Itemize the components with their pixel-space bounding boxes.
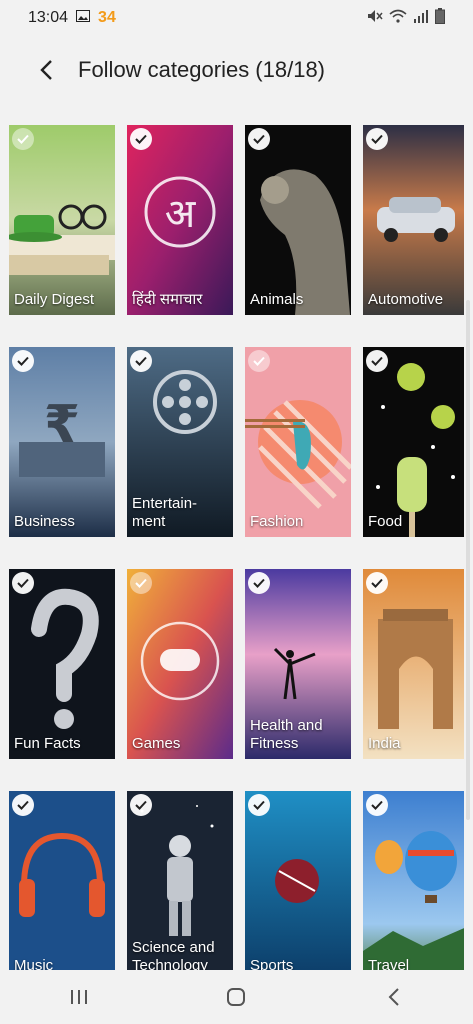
category-tile-automotive[interactable]: Automotive	[363, 125, 464, 315]
category-label: Sports	[250, 957, 294, 970]
wifi-icon	[389, 9, 407, 28]
category-label: Games	[132, 735, 181, 752]
scrollbar[interactable]	[466, 300, 470, 820]
category-tile-animals[interactable]: Animals	[245, 125, 351, 315]
checkmark-icon	[130, 572, 152, 594]
system-nav-bar	[0, 970, 473, 1024]
tile-image	[9, 569, 115, 759]
category-tile-travel[interactable]: Travel	[363, 791, 464, 970]
tile-image	[363, 347, 464, 537]
checkmark-icon	[12, 572, 34, 594]
checkmark-icon	[366, 350, 388, 372]
signal-icon	[413, 9, 429, 28]
category-tile-entertainment[interactable]: Entertain- ment	[127, 347, 233, 537]
category-label: Daily Digest	[14, 291, 95, 308]
tile-image: अ	[127, 125, 233, 315]
category-label: Entertain- ment	[132, 495, 198, 530]
checkmark-icon	[366, 794, 388, 816]
page-title: Follow categories (18/18)	[78, 57, 326, 82]
category-tile-india[interactable]: India	[363, 569, 464, 759]
category-tile-music[interactable]: Music	[9, 791, 115, 970]
tile-image	[9, 125, 115, 315]
status-time: 13:04	[28, 9, 69, 26]
checkmark-icon	[366, 128, 388, 150]
image-icon	[76, 9, 91, 27]
category-grid: Daily Digest अ हिंदी समाचार Animals Auto…	[9, 125, 464, 970]
category-tile-fun-facts[interactable]: Fun Facts	[9, 569, 115, 759]
tile-image	[245, 125, 351, 315]
category-tile-daily-digest[interactable]: Daily Digest	[9, 125, 115, 315]
category-label: Music	[14, 957, 54, 970]
checkmark-icon	[130, 128, 152, 150]
checkmark-icon	[12, 794, 34, 816]
back-icon	[388, 988, 399, 1006]
category-tile-health-fitness[interactable]: Health and Fitness	[245, 569, 351, 759]
tile-image	[363, 125, 464, 315]
category-label: Science and Technology	[132, 939, 215, 970]
tile-image	[245, 347, 351, 537]
category-label: Automotive	[368, 291, 444, 308]
category-tile-fashion[interactable]: Fashion	[245, 347, 351, 537]
category-tile-sports[interactable]: Sports	[245, 791, 351, 970]
tile-image	[9, 791, 115, 970]
checkmark-icon	[248, 572, 270, 594]
category-label: Fashion	[250, 513, 304, 530]
app-header: Follow categories (18/18)	[0, 38, 473, 102]
category-tile-games[interactable]: Games	[127, 569, 233, 759]
category-tile-science-technology[interactable]: Science and Technology	[127, 791, 233, 970]
tile-image	[363, 569, 464, 759]
svg-text:अ: अ	[165, 191, 197, 237]
category-label: Health and Fitness	[250, 717, 323, 752]
checkmark-icon	[12, 128, 34, 150]
checkmark-icon	[366, 572, 388, 594]
home-button[interactable]	[206, 977, 266, 1017]
tile-image	[363, 791, 464, 970]
category-label: Fun Facts	[14, 735, 81, 752]
home-icon	[227, 988, 246, 1006]
notification-count: 34	[98, 9, 116, 26]
category-label: हिंदी समाचार	[132, 291, 203, 308]
checkmark-icon	[248, 128, 270, 150]
checkmark-icon	[248, 794, 270, 816]
recent-apps-button[interactable]	[49, 977, 109, 1017]
category-label: Travel	[368, 957, 410, 970]
category-tile-hindi-news[interactable]: अ हिंदी समाचार	[127, 125, 233, 315]
category-tile-food[interactable]: Food	[363, 347, 464, 537]
category-label: Business	[14, 513, 75, 530]
category-label: India	[368, 735, 401, 752]
system-back-button[interactable]	[364, 977, 424, 1017]
tile-image	[245, 791, 351, 970]
checkmark-icon	[130, 794, 152, 816]
category-tile-business[interactable]: ₹ Business	[9, 347, 115, 537]
checkmark-icon	[248, 350, 270, 372]
tile-image: ₹	[9, 347, 115, 537]
category-label: Animals	[250, 291, 304, 308]
chevron-left-icon	[40, 60, 52, 80]
category-label: Food	[368, 513, 403, 530]
back-button[interactable]	[24, 48, 68, 92]
recent-apps-icon	[70, 990, 87, 1004]
checkmark-icon	[12, 350, 34, 372]
mute-icon	[367, 9, 383, 28]
battery-icon	[435, 7, 445, 29]
svg-text:₹: ₹	[44, 395, 80, 455]
checkmark-icon	[130, 350, 152, 372]
tile-image	[127, 569, 233, 759]
status-bar: 13:04 34	[0, 0, 473, 36]
